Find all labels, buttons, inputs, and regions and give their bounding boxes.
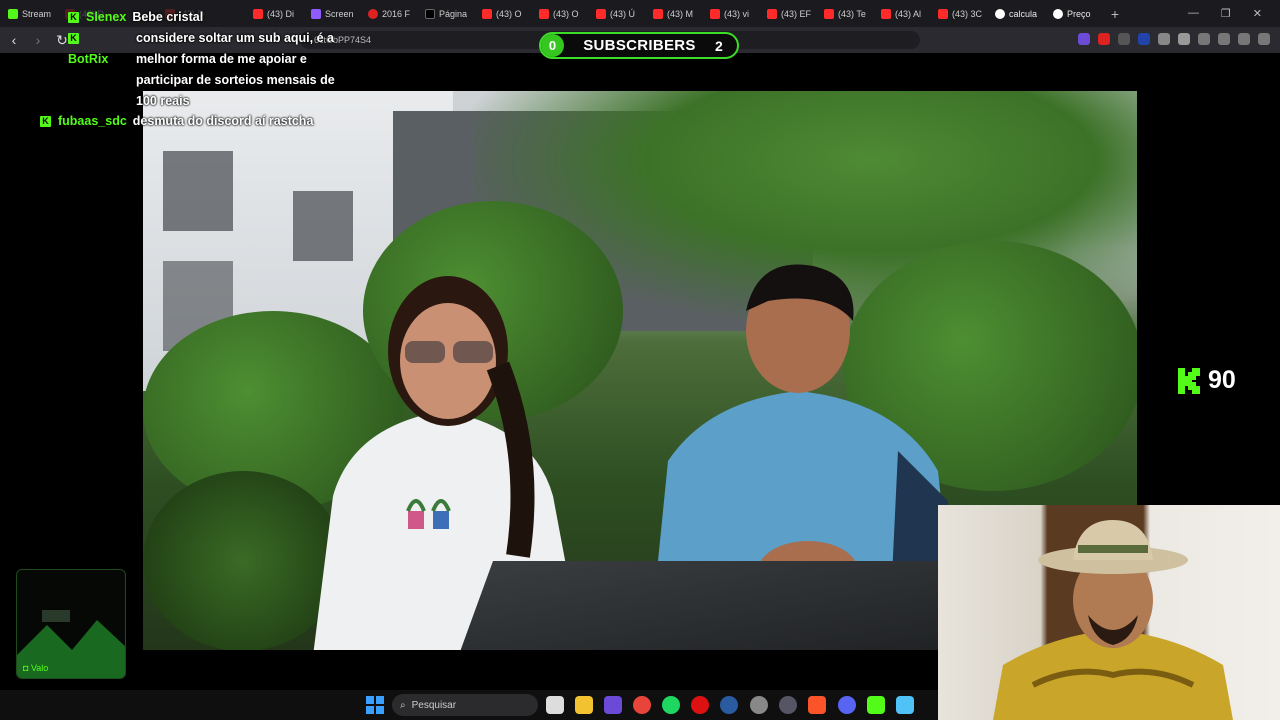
tab-calculator[interactable]: calcula [987, 0, 1045, 27]
obs-icon[interactable] [779, 696, 797, 714]
subscriber-current-count: 0 [541, 34, 564, 57]
wallet-icon[interactable] [1238, 33, 1250, 45]
mini-overlay-widget: ◘ Valo [16, 569, 126, 679]
search-placeholder: Pesquisar [411, 699, 457, 711]
chat-text: Bebe cristal [132, 10, 204, 24]
chat-username: BotRix [68, 52, 109, 66]
subscriber-goal-target: 2 [715, 37, 723, 54]
puzzle-icon[interactable] [1178, 33, 1190, 45]
google-icon [995, 8, 1005, 19]
tab-youtube[interactable]: (43) Te [816, 0, 873, 27]
brave-icon[interactable] [808, 696, 826, 714]
chat-text-block: considere soltar um sub aqui, é a melhor… [136, 28, 336, 112]
extension-icon[interactable] [1158, 33, 1170, 45]
youtube-icon [938, 8, 948, 19]
tab-youtube[interactable]: (43) vi [702, 0, 759, 27]
windows-start-icon[interactable] [366, 696, 384, 714]
tab-youtube[interactable]: (43) 3C [930, 0, 987, 27]
chat-username: fubaas_sdc [58, 114, 127, 128]
close-icon[interactable]: ✕ [1253, 7, 1262, 20]
youtube-icon [824, 8, 834, 19]
youtube-icon [539, 8, 549, 19]
subscriber-goal-label: SUBSCRIBERS [583, 37, 696, 54]
youtube-icon [482, 8, 492, 19]
youtube-icon [710, 8, 720, 19]
task-view-icon[interactable] [546, 696, 564, 714]
youtube-icon [596, 8, 606, 19]
minimize-icon[interactable]: — [1188, 7, 1199, 20]
tab-youtube[interactable]: (43) Ú [588, 0, 645, 27]
search-icon: ⌕ [400, 699, 406, 711]
tab-youtube[interactable]: (43) EF [759, 0, 816, 27]
chat-text: considere soltar um sub aqui, é a melhor… [136, 31, 335, 108]
steam-icon[interactable] [720, 696, 738, 714]
kick-icon: K [40, 116, 51, 128]
extension-icon[interactable] [1138, 33, 1150, 45]
extension-icon[interactable] [1078, 33, 1090, 45]
kick-app-icon[interactable] [867, 696, 885, 714]
tab-bank[interactable]: 2016 F [360, 0, 417, 27]
subscriber-goal-bar: 0 SUBSCRIBERS 2 [539, 32, 739, 59]
maximize-icon[interactable]: ❐ [1221, 7, 1231, 20]
tab-youtube[interactable]: (43) O [474, 0, 531, 27]
bank-icon [368, 8, 378, 19]
media-icon[interactable] [1198, 33, 1210, 45]
window-controls: — ❐ ✕ [1188, 7, 1280, 20]
tab-youtube[interactable]: (43) Al [873, 0, 930, 27]
youtube-icon [653, 8, 663, 19]
kick-icon: K [68, 33, 79, 45]
taskbar-search[interactable]: ⌕ Pesquisar [392, 694, 538, 716]
tab-price[interactable]: Preço [1045, 0, 1103, 27]
sidebar-icon[interactable] [1218, 33, 1230, 45]
extension-icon[interactable] [1098, 33, 1110, 45]
tab-youtube[interactable]: (43) O [531, 0, 588, 27]
tab-youtube[interactable]: (43) M [645, 0, 702, 27]
outdoor-table [452, 561, 1014, 650]
page-icon [1053, 8, 1063, 19]
chat-message: K BotRix [68, 28, 132, 70]
discord-icon[interactable] [838, 696, 856, 714]
file-explorer-icon[interactable] [575, 696, 593, 714]
viewer-count: 90 [1208, 366, 1236, 394]
menu-icon[interactable] [1258, 33, 1270, 45]
webcam-feed [938, 505, 1280, 720]
streamer-figure [993, 520, 1233, 720]
kick-logo-icon [1178, 367, 1200, 394]
extension-icon[interactable] [1118, 33, 1130, 45]
chat-text: desmuta do discord aí rastcha [132, 114, 314, 128]
chat-message: K Slenex Bebe cristal [68, 7, 338, 28]
extension-icons [1078, 33, 1270, 45]
mini-widget-label: ◘ Valo [23, 663, 49, 673]
tab-x[interactable]: Página [417, 0, 474, 27]
chrome-icon[interactable] [633, 696, 651, 714]
discord-alt-icon[interactable] [750, 696, 768, 714]
youtube-icon [767, 8, 777, 19]
apps-grid-icon[interactable] [604, 696, 622, 714]
opera-icon[interactable] [691, 696, 709, 714]
notepad-icon[interactable] [896, 696, 914, 714]
spotify-icon[interactable] [662, 696, 680, 714]
viewer-count-widget: 90 [1178, 366, 1236, 395]
x-icon [425, 8, 435, 19]
chat-username: Slenex [86, 10, 127, 24]
kick-icon: K [68, 12, 79, 24]
chat-message: Kfubaas_sdc desmuta do discord aí rastcha [40, 111, 340, 132]
youtube-icon [881, 8, 891, 19]
new-tab-button[interactable]: + [1103, 6, 1127, 22]
os-taskbar: ⌕ Pesquisar [0, 690, 938, 720]
chat-overlay: K Slenex Bebe cristal K BotRix considere so… [0, 0, 340, 135]
